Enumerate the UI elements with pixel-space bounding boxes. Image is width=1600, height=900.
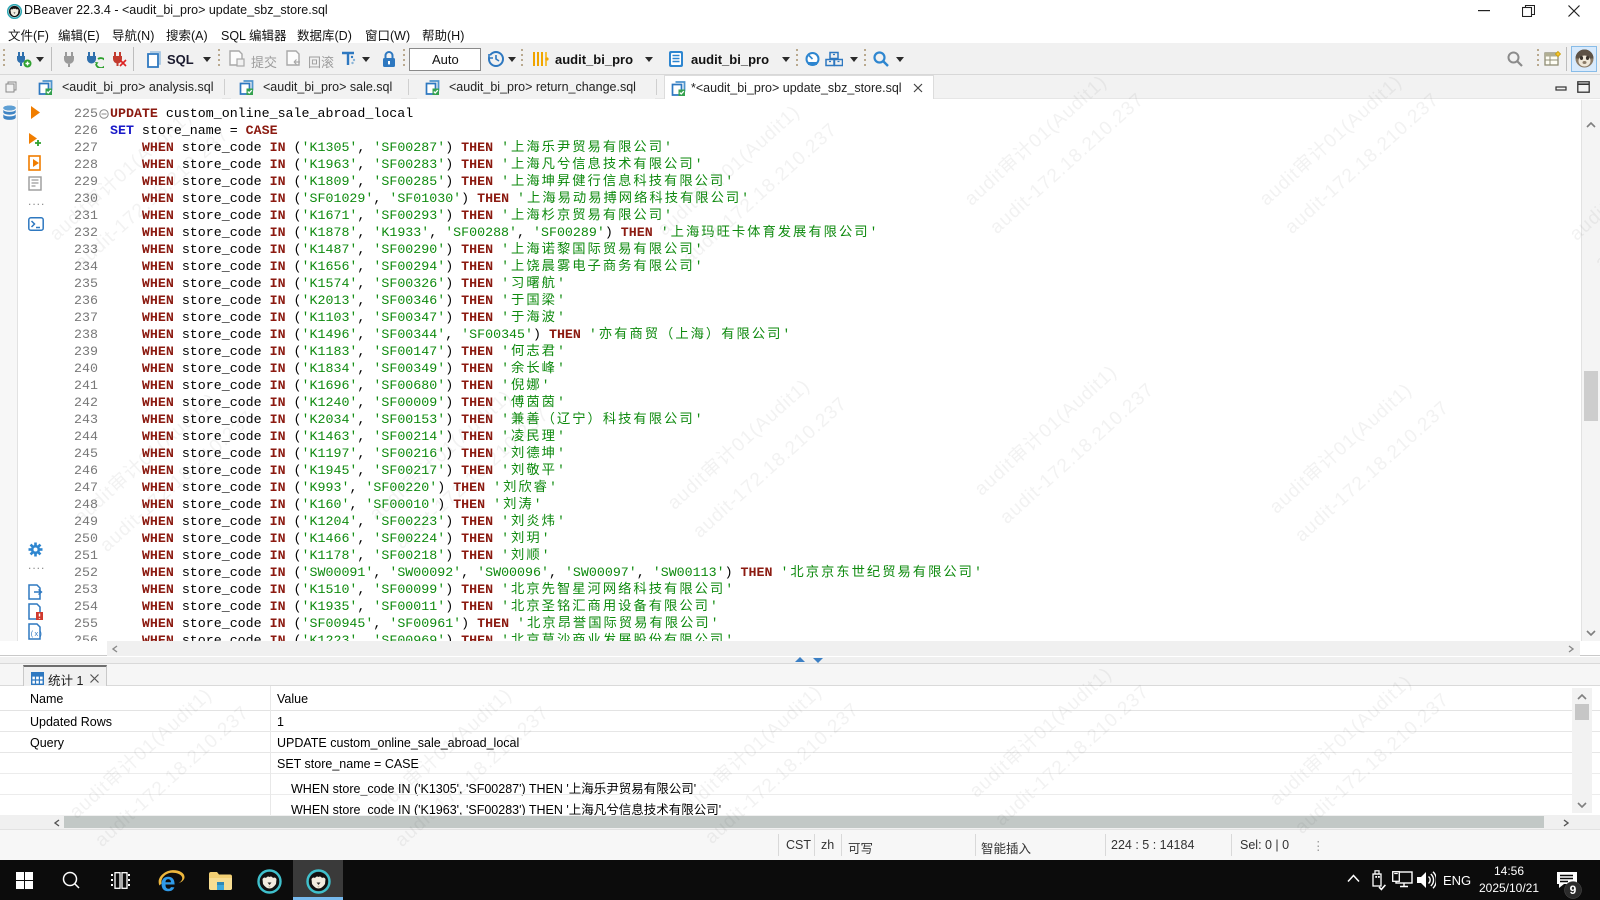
svg-text:(x): (x)	[30, 631, 43, 639]
svg-text:9: 9	[1570, 883, 1577, 897]
